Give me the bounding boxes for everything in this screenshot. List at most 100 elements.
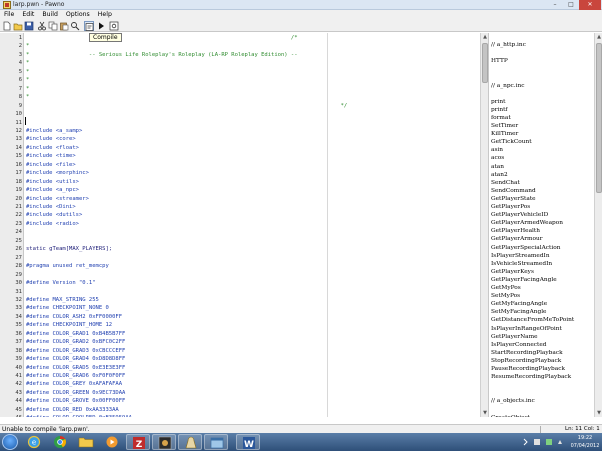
- save-file-icon[interactable]: [24, 21, 34, 31]
- function-item[interactable]: SetMyPos: [491, 292, 520, 300]
- paste-icon[interactable]: [59, 21, 69, 31]
- function-item[interactable]: print: [491, 98, 505, 106]
- function-item[interactable]: IsPlayerConnected: [491, 341, 547, 349]
- line-number: 17: [15, 170, 22, 177]
- line-number: 23: [15, 220, 22, 227]
- function-item[interactable]: PauseRecordingPlayback: [491, 365, 565, 373]
- new-file-icon[interactable]: [2, 21, 12, 31]
- compile-icon[interactable]: [84, 21, 94, 31]
- panel-scroll-down-icon[interactable]: ▼: [595, 409, 602, 417]
- menu-help[interactable]: Help: [94, 10, 116, 20]
- panel-scroll-up-icon[interactable]: ▲: [595, 33, 602, 41]
- function-item[interactable]: SetMyFacingAngle: [491, 308, 547, 316]
- menu-file[interactable]: File: [0, 10, 18, 20]
- close-button[interactable]: ✕: [579, 0, 601, 10]
- function-item[interactable]: GetTickCount: [491, 138, 532, 146]
- function-item[interactable]: asin: [491, 146, 503, 154]
- function-item[interactable]: StopRecordingPlayback: [491, 357, 561, 365]
- code-line: #include <utils>: [26, 178, 79, 185]
- line-number: 19: [15, 187, 22, 194]
- run-icon[interactable]: [96, 21, 106, 31]
- minimize-button[interactable]: –: [547, 0, 563, 10]
- code-line: #include <radio>: [26, 220, 79, 227]
- ie-icon[interactable]: e: [22, 434, 46, 450]
- line-number: 1: [18, 35, 22, 41]
- cut-icon[interactable]: [37, 21, 47, 31]
- code-line: #include <Dini>: [26, 204, 76, 210]
- code-line: static gTeam[MAX_PLAYERS];: [26, 246, 113, 253]
- function-item[interactable]: atan2: [491, 171, 508, 179]
- maximize-button[interactable]: □: [563, 0, 579, 10]
- line-number: 39: [15, 356, 22, 363]
- code-line: #include <core>: [26, 136, 76, 143]
- function-item[interactable]: KillTimer: [491, 130, 518, 138]
- copy-icon[interactable]: [48, 21, 58, 31]
- function-item[interactable]: GetPlayerKeys: [491, 268, 534, 276]
- function-item[interactable]: GetPlayerSpecialAction: [491, 244, 560, 252]
- open-file-icon[interactable]: [13, 21, 23, 31]
- function-item[interactable]: GetPlayerArmedWeapon: [491, 219, 563, 227]
- line-number: 29: [15, 271, 22, 278]
- function-item[interactable]: atan: [491, 163, 504, 171]
- system-clock[interactable]: 19:22 07/04/2012: [570, 433, 600, 451]
- editor-scrollbar[interactable]: ▲ ▼: [480, 33, 488, 417]
- right-margin-line: [327, 33, 328, 417]
- panel-scroll-thumb[interactable]: [596, 43, 602, 193]
- function-item[interactable]: GetPlayerPos: [491, 203, 530, 211]
- chrome-icon[interactable]: [48, 434, 72, 450]
- line-number-gutter: 1 2 3 4 5 6 7 8 9 10 11 12 13 14 15 16 17 18 19 20 21 22 23 24 2…: [0, 33, 24, 417]
- window-icon[interactable]: [204, 434, 228, 450]
- menu-build[interactable]: Build: [38, 10, 62, 20]
- function-item[interactable]: printf: [491, 106, 508, 114]
- function-item[interactable]: GetMyFacingAngle: [491, 300, 547, 308]
- pawno-app-icon: [3, 1, 11, 9]
- function-item[interactable]: GetPlayerHealth: [491, 227, 540, 235]
- function-item[interactable]: SendCommand: [491, 187, 536, 195]
- clock-date: 07/04/2012: [570, 443, 600, 449]
- menu-options[interactable]: Options: [62, 10, 94, 20]
- pawno-icon[interactable]: [178, 434, 202, 450]
- compile-tooltip: Compile: [89, 33, 122, 42]
- code-line: *: [26, 68, 30, 75]
- line-number: 41: [15, 373, 22, 379]
- find-icon[interactable]: [70, 21, 80, 31]
- code-editor[interactable]: 1 2 3 4 5 6 7 8 9 10 11 12 13 14 15 16 17 18 19 20 21 22 23 24 2…: [0, 33, 480, 417]
- function-item[interactable]: IsPlayerStreamedIn: [491, 252, 550, 260]
- function-item[interactable]: IsVehicleStreamedIn: [491, 260, 552, 268]
- function-item[interactable]: acos: [491, 154, 504, 162]
- menu-edit[interactable]: Edit: [18, 10, 38, 20]
- line-number: 26: [15, 246, 22, 253]
- settings-icon[interactable]: [109, 21, 119, 31]
- status-separator: [540, 426, 541, 433]
- function-item[interactable]: GetPlayerState: [491, 195, 536, 203]
- function-item[interactable]: SetTimer: [491, 122, 518, 130]
- explorer-icon[interactable]: [74, 434, 98, 450]
- function-item[interactable]: format: [491, 114, 511, 122]
- line-number: 33: [15, 305, 22, 312]
- line-number: 38: [15, 347, 22, 354]
- samp-icon[interactable]: [152, 434, 176, 450]
- function-item[interactable]: HTTP: [491, 57, 508, 65]
- function-item[interactable]: ResumeRecordingPlayback: [491, 373, 571, 381]
- function-item[interactable]: GetMyPos: [491, 284, 521, 292]
- function-item[interactable]: GetPlayerArmour: [491, 235, 543, 243]
- code-line: /*: [26, 35, 298, 41]
- function-item[interactable]: IsPlayerInRangeOfPoint: [491, 325, 562, 333]
- function-item[interactable]: CreateObject: [491, 414, 530, 417]
- function-item[interactable]: GetPlayerVehicleID: [491, 211, 548, 219]
- media-player-icon[interactable]: [100, 434, 124, 450]
- title-bar: larp.pwn - Pawno – □ ✕: [0, 0, 602, 10]
- function-item[interactable]: StartRecordingPlayback: [491, 349, 563, 357]
- word-icon[interactable]: W: [236, 434, 260, 450]
- system-tray[interactable]: [520, 435, 570, 449]
- code-line: *: [26, 60, 30, 67]
- start-button[interactable]: [2, 434, 18, 450]
- filezilla-icon[interactable]: Z: [126, 434, 150, 450]
- function-item[interactable]: SendChat: [491, 179, 520, 187]
- functions-scrollbar[interactable]: ▲ ▼: [594, 33, 602, 417]
- line-number: 42: [15, 381, 22, 388]
- function-item[interactable]: GetPlayerFacingAngle: [491, 276, 557, 284]
- function-item[interactable]: GetPlayerName: [491, 333, 538, 341]
- code-line: #include <file>: [26, 161, 76, 168]
- function-item[interactable]: GetDistanceFromMeToPoint: [491, 316, 574, 324]
